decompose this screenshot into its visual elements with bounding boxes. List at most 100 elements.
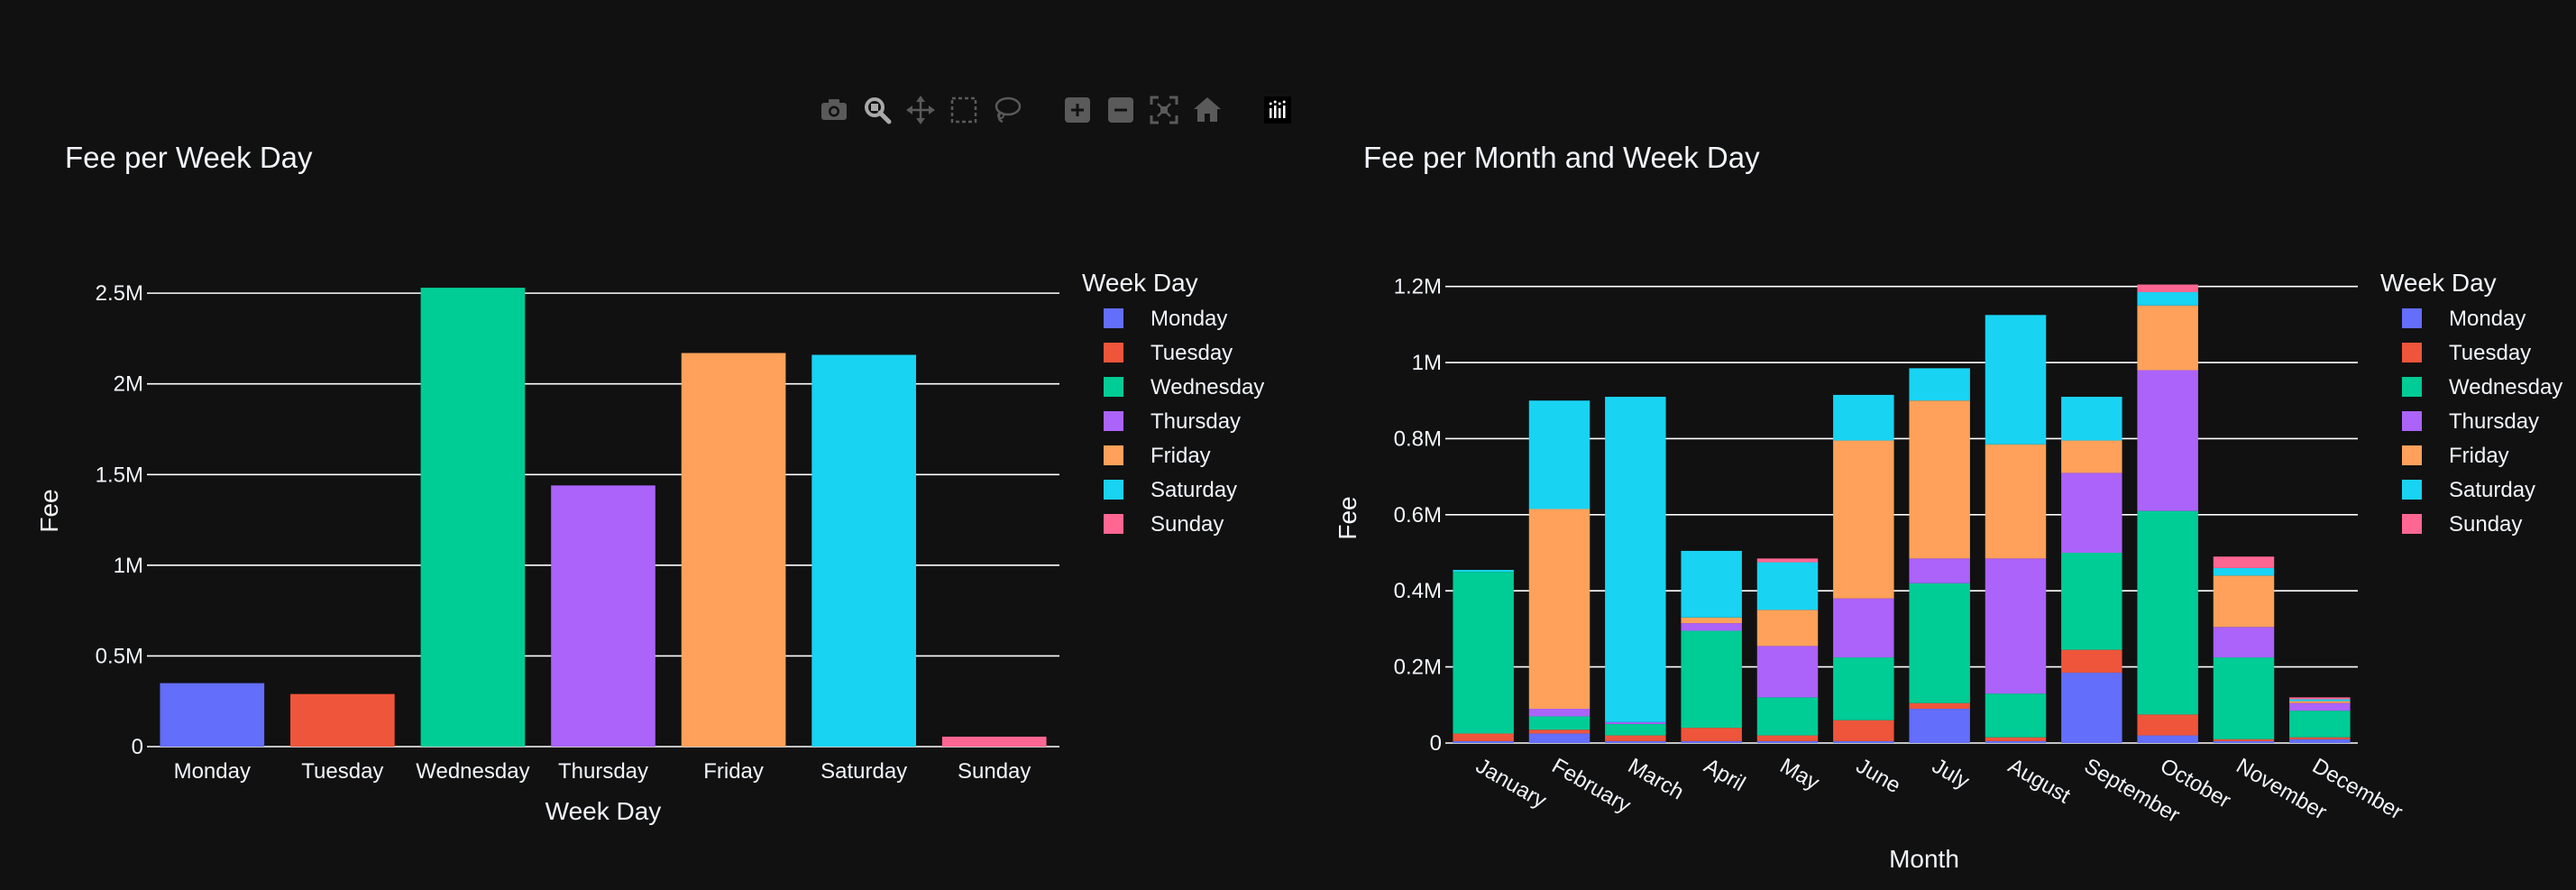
- bar-monday[interactable]: [160, 683, 265, 747]
- bar-segment-august-friday[interactable]: [1985, 444, 2047, 559]
- bar-segment-february-friday[interactable]: [1528, 509, 1591, 710]
- bar-segment-june-wednesday[interactable]: [1833, 657, 1894, 720]
- legend-item-friday: Friday: [2449, 444, 2509, 468]
- bar-segment-february-thursday[interactable]: [1528, 709, 1591, 717]
- bar-segment-july-friday[interactable]: [1909, 400, 1970, 559]
- bar-segment-october-thursday[interactable]: [2137, 370, 2198, 511]
- bar-segment-november-sunday[interactable]: [2213, 556, 2275, 568]
- legend-swatch-thursday[interactable]: [2402, 411, 2422, 431]
- legend-item-wednesday: Wednesday: [2449, 375, 2562, 399]
- bar-segment-february-monday[interactable]: [1528, 733, 1591, 743]
- bar-segment-march-saturday[interactable]: [1605, 397, 1666, 722]
- bar-segment-october-monday[interactable]: [2137, 735, 2198, 743]
- bar-segment-november-tuesday[interactable]: [2213, 739, 2275, 741]
- bar-segment-august-thursday[interactable]: [1985, 558, 2047, 694]
- bar-segment-january-monday[interactable]: [1453, 740, 1514, 743]
- bar-segment-november-monday[interactable]: [2213, 740, 2275, 743]
- x-tick-label: Sunday: [958, 759, 1031, 784]
- legend-swatch-tuesday[interactable]: [2402, 343, 2422, 362]
- legend-swatch-wednesday[interactable]: [1104, 377, 1123, 397]
- bar-segment-september-friday[interactable]: [2061, 440, 2122, 473]
- bar-segment-september-tuesday[interactable]: [2061, 649, 2122, 673]
- bar-segment-may-wednesday[interactable]: [1756, 697, 1819, 736]
- bar-friday[interactable]: [681, 353, 786, 747]
- bar-segment-july-tuesday[interactable]: [1909, 702, 1970, 710]
- bar-segment-august-monday[interactable]: [1985, 740, 2047, 743]
- bar-segment-april-tuesday[interactable]: [1681, 728, 1742, 741]
- bar-segment-august-tuesday[interactable]: [1985, 737, 2047, 741]
- bar-segment-may-friday[interactable]: [1756, 610, 1819, 647]
- legend-swatch-sunday[interactable]: [1104, 514, 1123, 534]
- bar-segment-october-friday[interactable]: [2137, 305, 2198, 371]
- bar-segment-april-monday[interactable]: [1681, 740, 1742, 743]
- bar-segment-march-wednesday[interactable]: [1605, 723, 1666, 736]
- bar-segment-june-saturday[interactable]: [1833, 394, 1894, 441]
- legend-swatch-wednesday[interactable]: [2402, 377, 2422, 397]
- bar-segment-january-tuesday[interactable]: [1453, 733, 1514, 741]
- bar-segment-june-friday[interactable]: [1833, 440, 1894, 599]
- bar-segment-march-thursday[interactable]: [1605, 721, 1666, 724]
- bar-segment-february-tuesday[interactable]: [1528, 729, 1591, 734]
- x-tick-label: May: [1776, 754, 1824, 795]
- bar-segment-august-saturday[interactable]: [1985, 315, 2047, 445]
- bar-segment-june-tuesday[interactable]: [1833, 720, 1894, 741]
- bar-segment-november-thursday[interactable]: [2213, 627, 2275, 658]
- bar-segment-november-saturday[interactable]: [2213, 567, 2275, 576]
- bar-segment-april-friday[interactable]: [1681, 617, 1742, 624]
- legend-swatch-sunday[interactable]: [2402, 514, 2422, 534]
- bar-segment-october-sunday[interactable]: [2137, 284, 2198, 292]
- bar-segment-december-tuesday[interactable]: [2289, 737, 2351, 739]
- bar-segment-may-thursday[interactable]: [1756, 646, 1819, 698]
- bar-segment-may-tuesday[interactable]: [1756, 735, 1819, 741]
- legend-item-tuesday: Tuesday: [2449, 341, 2531, 365]
- bar-segment-december-friday[interactable]: [2289, 701, 2351, 703]
- bar-segment-december-wednesday[interactable]: [2289, 711, 2351, 738]
- bar-segment-may-sunday[interactable]: [1756, 558, 1819, 563]
- legend-item-thursday: Thursday: [2449, 409, 2539, 434]
- bar-segment-january-wednesday[interactable]: [1453, 572, 1514, 734]
- bar-wednesday[interactable]: [420, 288, 526, 747]
- bar-segment-april-wednesday[interactable]: [1681, 630, 1742, 729]
- bar-segment-march-tuesday[interactable]: [1605, 735, 1666, 741]
- bar-segment-december-thursday[interactable]: [2289, 702, 2351, 711]
- bar-tuesday[interactable]: [290, 693, 395, 747]
- bar-segment-june-thursday[interactable]: [1833, 598, 1894, 658]
- bar-segment-january-saturday[interactable]: [1453, 570, 1514, 573]
- legend-swatch-tuesday[interactable]: [1104, 343, 1123, 362]
- legend-swatch-monday[interactable]: [1104, 308, 1123, 328]
- bar-segment-july-wednesday[interactable]: [1909, 583, 1970, 703]
- bar-segment-july-monday[interactable]: [1909, 709, 1970, 743]
- bar-segment-december-saturday[interactable]: [2289, 699, 2351, 702]
- bar-segment-august-wednesday[interactable]: [1985, 693, 2047, 738]
- bar-segment-february-wednesday[interactable]: [1528, 716, 1591, 730]
- bar-segment-february-saturday[interactable]: [1528, 400, 1591, 509]
- legend-swatch-saturday[interactable]: [2402, 480, 2422, 500]
- bar-segment-december-monday[interactable]: [2289, 739, 2351, 743]
- bar-segment-november-friday[interactable]: [2213, 575, 2275, 628]
- bar-thursday[interactable]: [551, 485, 655, 747]
- bar-segment-september-saturday[interactable]: [2061, 397, 2122, 441]
- bar-segment-october-saturday[interactable]: [2137, 291, 2198, 306]
- bar-segment-april-thursday[interactable]: [1681, 623, 1742, 631]
- bar-segment-december-sunday[interactable]: [2289, 697, 2351, 700]
- bar-segment-september-monday[interactable]: [2061, 672, 2122, 743]
- bar-segment-october-tuesday[interactable]: [2137, 714, 2198, 736]
- bar-segment-may-saturday[interactable]: [1756, 562, 1819, 610]
- bar-sunday[interactable]: [941, 736, 1047, 747]
- bar-segment-september-wednesday[interactable]: [2061, 553, 2122, 650]
- bar-segment-october-wednesday[interactable]: [2137, 510, 2198, 715]
- legend-swatch-friday[interactable]: [1104, 445, 1123, 465]
- legend-swatch-friday[interactable]: [2402, 445, 2422, 465]
- bar-segment-april-saturday[interactable]: [1681, 550, 1742, 618]
- bar-segment-may-monday[interactable]: [1756, 740, 1819, 743]
- bar-segment-july-thursday[interactable]: [1909, 558, 1970, 583]
- bar-segment-march-monday[interactable]: [1605, 740, 1666, 743]
- bar-segment-september-thursday[interactable]: [2061, 473, 2122, 554]
- bar-segment-november-wednesday[interactable]: [2213, 657, 2275, 739]
- legend-swatch-monday[interactable]: [2402, 308, 2422, 328]
- legend-swatch-thursday[interactable]: [1104, 411, 1123, 431]
- bar-segment-july-saturday[interactable]: [1909, 368, 1970, 401]
- bar-saturday[interactable]: [811, 354, 916, 747]
- bar-segment-june-monday[interactable]: [1833, 740, 1894, 743]
- legend-swatch-saturday[interactable]: [1104, 480, 1123, 500]
